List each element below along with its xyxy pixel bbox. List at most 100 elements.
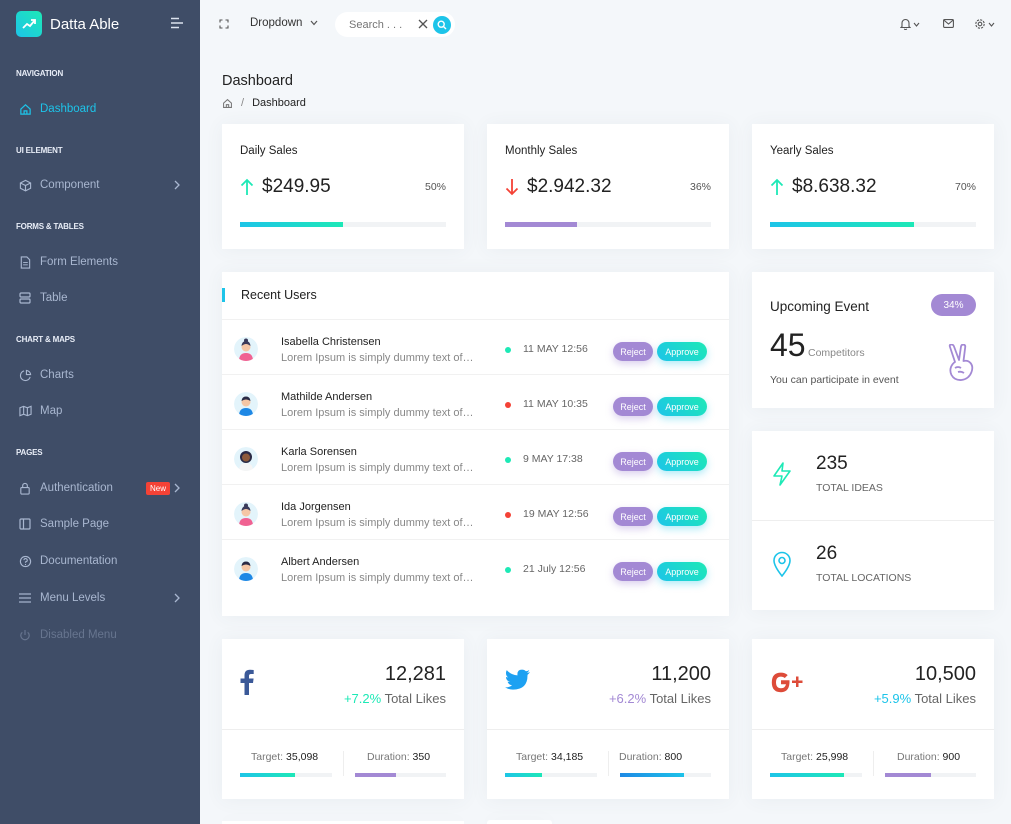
reject-button[interactable]: Reject	[613, 562, 653, 581]
arrow-down-icon	[505, 178, 527, 196]
chevron-right-icon	[174, 483, 180, 493]
social-change: +5.9%	[873, 691, 912, 706]
approve-button[interactable]: Approve	[657, 562, 707, 581]
reject-button[interactable]: Reject	[613, 342, 653, 361]
nav-caption-pages: PAGES	[16, 448, 43, 457]
notifications-dropdown[interactable]	[900, 18, 920, 30]
table-row: Ida Jorgensen Lorem Ipsum is simply dumm…	[222, 484, 729, 539]
sales-percent: 70%	[954, 181, 976, 193]
divider	[222, 729, 464, 730]
event-unit: Competitors	[808, 347, 865, 359]
social-likes: +5.9% Total Likes	[874, 691, 976, 706]
stat-label: TOTAL IDEAS	[816, 482, 883, 494]
map-pin-icon	[772, 551, 792, 577]
sidebar-item-form-elements[interactable]: Form Elements	[0, 247, 198, 277]
sidebar-item-label: Documentation	[40, 555, 118, 567]
sidebar-item-map[interactable]: Map	[0, 396, 198, 426]
yearly-sales-card: Yearly Sales $8.638.32 70%	[752, 124, 994, 249]
approve-button[interactable]: Approve	[657, 397, 707, 416]
pie-chart-icon	[18, 368, 32, 382]
duration-label: Duration:	[619, 751, 662, 763]
social-likes: +7.2% Total Likes	[344, 691, 446, 706]
duration-progress-bar	[355, 773, 446, 777]
user-date: 19 MAY 12:56	[523, 508, 589, 520]
progress-bar	[240, 222, 446, 227]
search-button[interactable]	[433, 16, 451, 34]
sales-percent: 50%	[424, 181, 446, 193]
target-label: Target:	[251, 751, 284, 763]
reject-button[interactable]: Reject	[613, 452, 653, 471]
sidebar-item-documentation[interactable]: Documentation	[0, 546, 198, 576]
close-icon[interactable]	[418, 19, 428, 29]
sidebar-item-label: Form Elements	[40, 256, 118, 268]
sidebar-item-component[interactable]: Component	[0, 170, 198, 200]
event-percent-badge: 34%	[931, 294, 976, 316]
sidebar-item-label: Dashboard	[40, 103, 97, 115]
box-icon	[18, 178, 32, 192]
user-date: 21 July 12:56	[523, 563, 586, 575]
sidebar-item-label: Component	[40, 179, 100, 191]
trending-up-icon	[16, 11, 42, 37]
sidebar-item-dashboard[interactable]: Dashboard	[0, 94, 198, 124]
table-row: Isabella Christensen Lorem Ipsum is simp…	[222, 319, 729, 374]
divider	[752, 520, 994, 521]
target-stat: Target: 34,185	[516, 751, 583, 763]
user-name: Mathilde Andersen	[281, 391, 373, 403]
target-label: Target:	[781, 751, 814, 763]
approve-button[interactable]: Approve	[657, 507, 707, 526]
sidebar-item-charts[interactable]: Charts	[0, 360, 198, 390]
reject-button[interactable]: Reject	[613, 397, 653, 416]
home-icon[interactable]	[222, 98, 233, 109]
reject-button[interactable]: Reject	[613, 507, 653, 526]
recent-users-card: Recent Users Isabella Christensen Lorem …	[222, 272, 729, 616]
duration-value: 900	[942, 751, 961, 763]
sales-value: $2.942.32	[527, 176, 612, 197]
status-dot	[505, 512, 511, 518]
progress-bar	[770, 222, 976, 227]
sidebar-item-label: Table	[40, 292, 68, 304]
target-label: Target:	[516, 751, 549, 763]
chevron-down-icon	[913, 22, 920, 27]
divider	[608, 751, 609, 776]
sidebar-item-label: Sample Page	[40, 518, 110, 530]
sidebar-item-table[interactable]: Table	[0, 283, 198, 313]
progress-fill	[505, 222, 578, 227]
twitter-card: 11,200 +6.2% Total Likes Target: 34,185 …	[487, 639, 729, 799]
file-text-icon	[18, 255, 32, 269]
user-text: Lorem Ipsum is simply dummy text of…	[281, 517, 474, 529]
settings-dropdown[interactable]	[974, 18, 995, 30]
fullscreen-icon[interactable]	[219, 19, 229, 29]
card-partial	[487, 820, 552, 824]
sidebar-item-menu-levels[interactable]: Menu Levels	[0, 583, 198, 613]
target-progress-bar	[770, 773, 862, 777]
mail-icon[interactable]	[943, 19, 954, 28]
chevron-down-icon	[988, 22, 995, 27]
sidebar-item-label: Map	[40, 405, 63, 417]
status-dot	[505, 347, 511, 353]
sales-title: Yearly Sales	[770, 145, 834, 157]
avatar	[234, 337, 258, 361]
dropdown-menu[interactable]: Dropdown	[250, 17, 318, 29]
approve-button[interactable]: Approve	[657, 342, 707, 361]
approve-button[interactable]: Approve	[657, 452, 707, 471]
duration-stat: Duration: 350	[367, 751, 430, 763]
progress-fill	[240, 222, 343, 227]
brand[interactable]: Datta Able	[16, 11, 119, 37]
chevron-right-icon	[174, 593, 180, 603]
likes-label: Total Likes	[649, 691, 711, 706]
help-circle-icon	[18, 554, 32, 568]
status-dot	[505, 457, 511, 463]
search-input[interactable]	[349, 18, 409, 31]
table-row: Mathilde Andersen Lorem Ipsum is simply …	[222, 374, 729, 429]
brand-name: Datta Able	[50, 15, 120, 33]
progress-fill	[355, 773, 396, 777]
progress-fill	[240, 773, 296, 777]
progress-fill	[770, 222, 915, 227]
sidebar-item-sample-page[interactable]: Sample Page	[0, 509, 198, 539]
sidebar-item-authentication[interactable]: Authentication New	[0, 473, 198, 503]
chevron-right-icon	[174, 180, 180, 190]
breadcrumb-current[interactable]: Dashboard	[252, 97, 306, 109]
menu-toggle-icon[interactable]	[170, 17, 184, 29]
progress-fill	[770, 773, 844, 777]
user-date: 11 MAY 12:56	[523, 343, 588, 355]
